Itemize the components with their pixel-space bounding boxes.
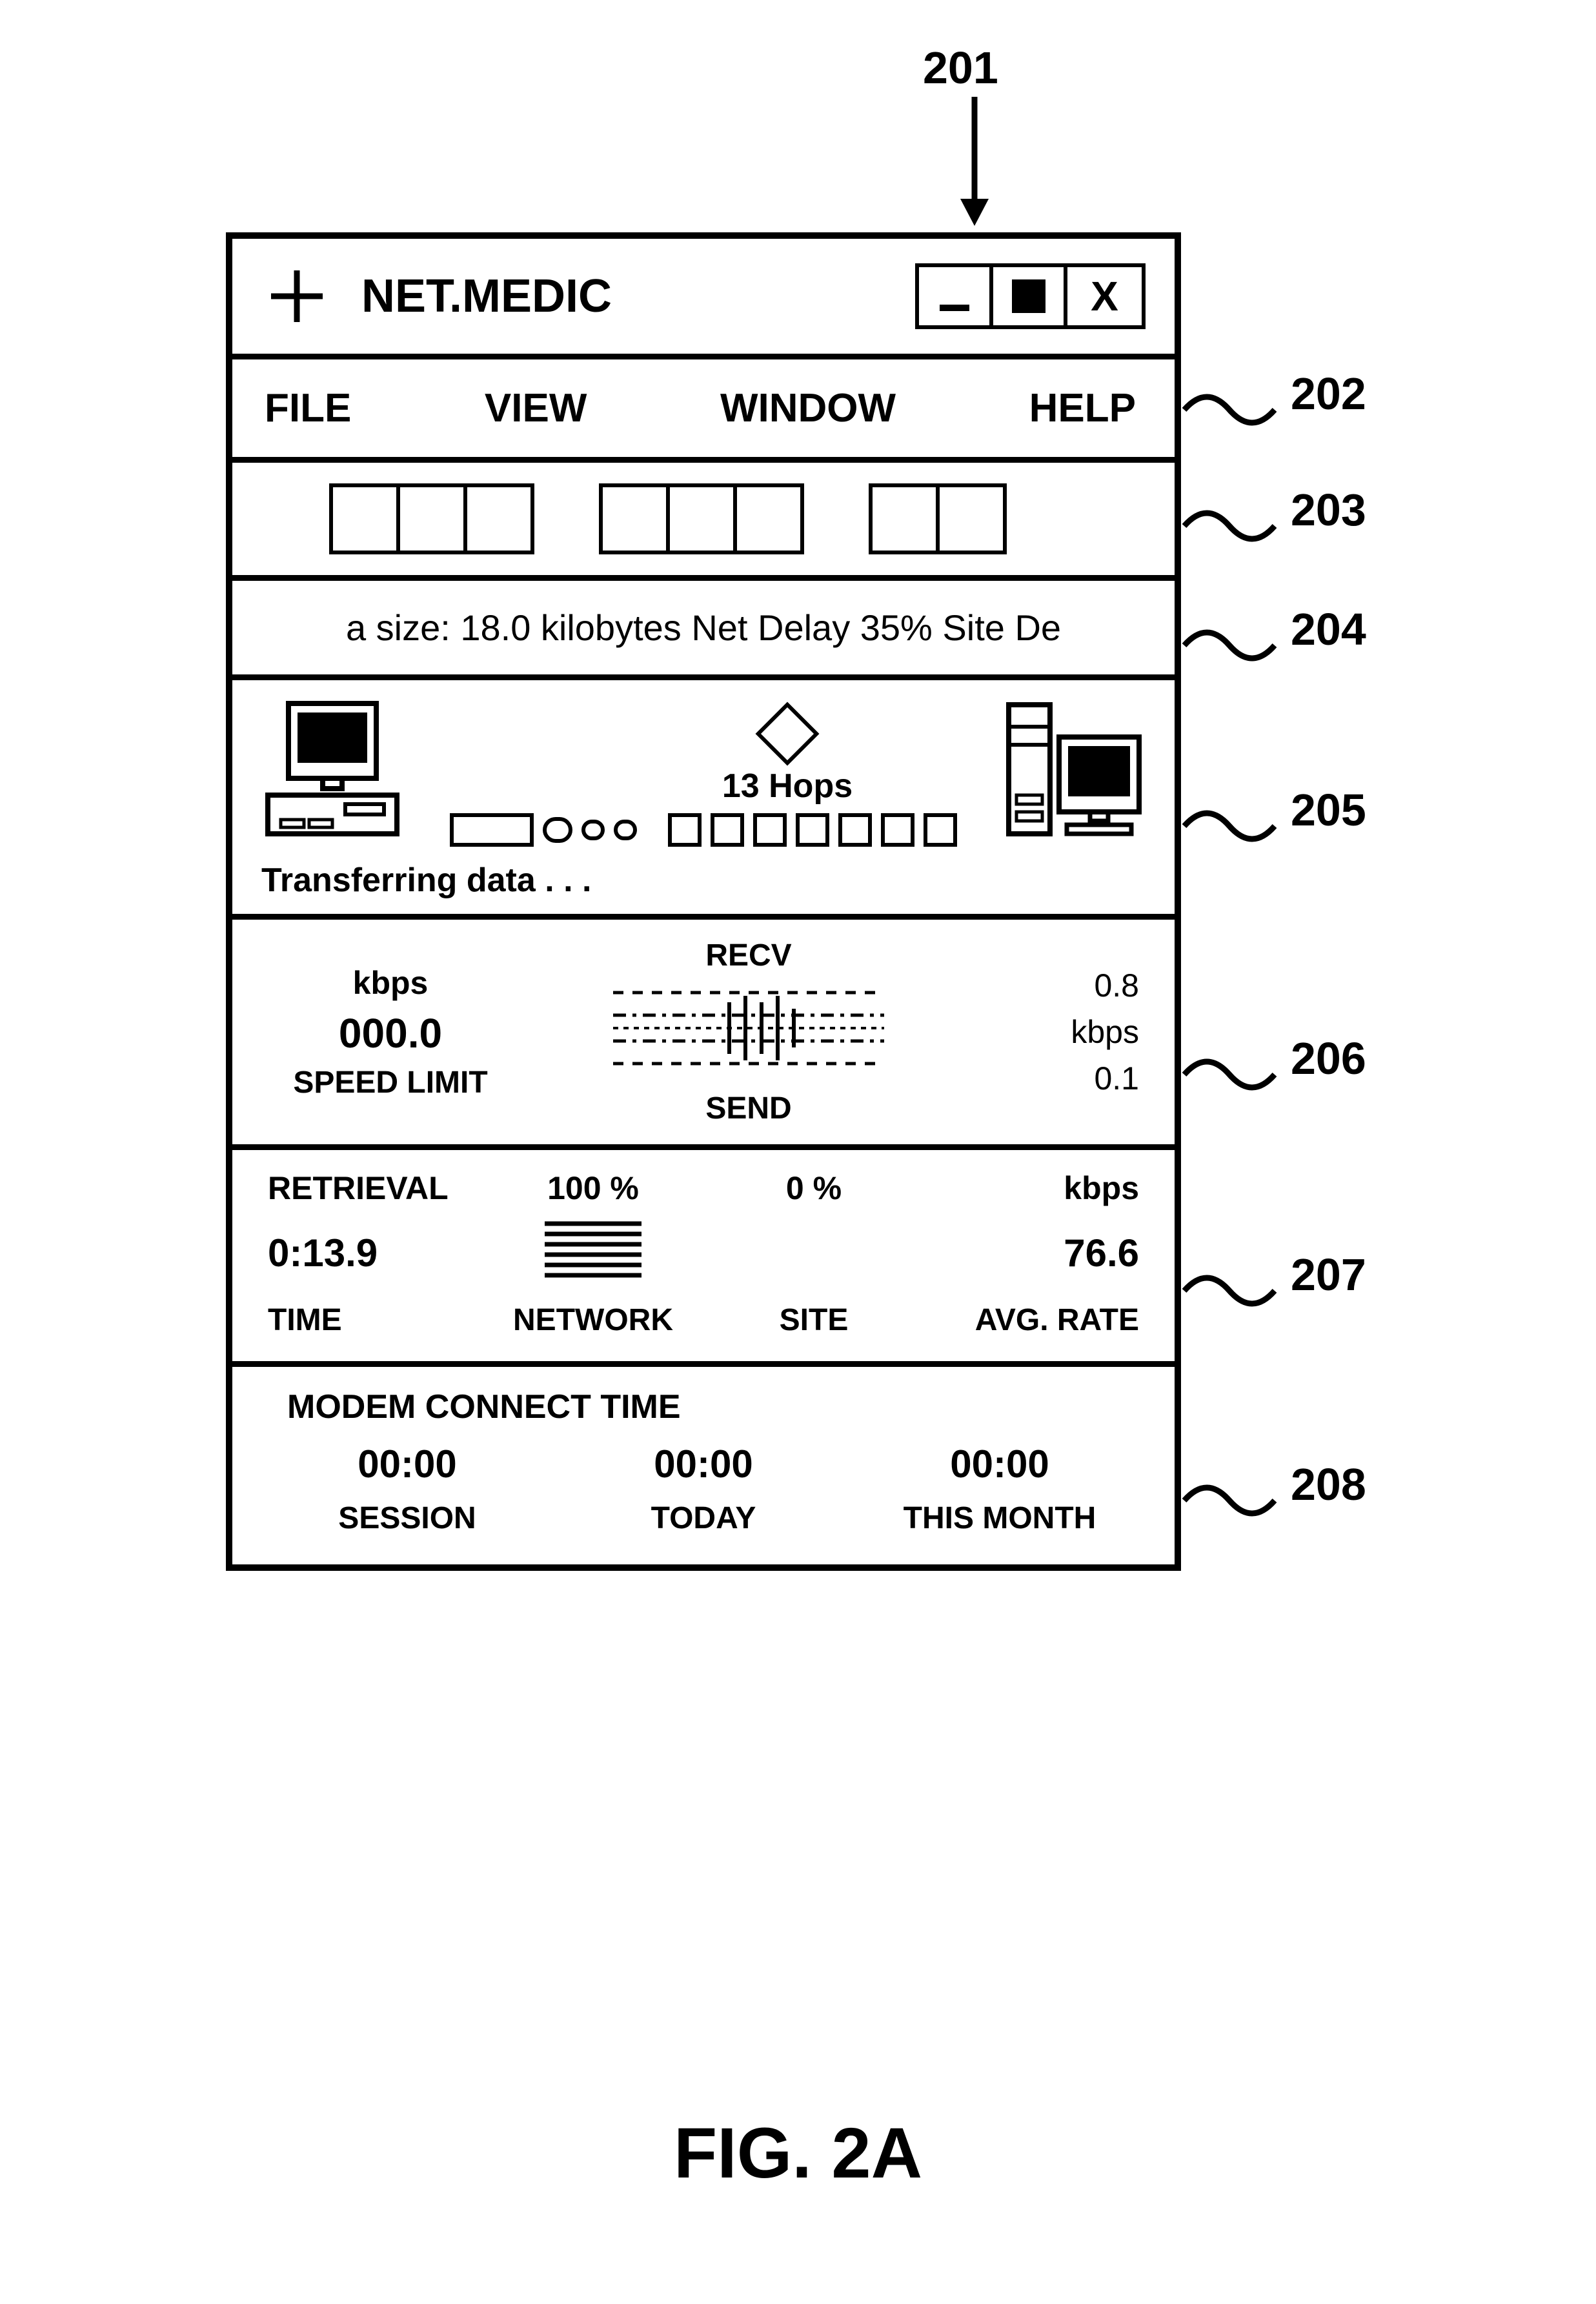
session-label: SESSION [268,1501,547,1536]
callout-curve-icon [1181,616,1278,674]
close-button[interactable]: X [1067,267,1142,325]
menu-file[interactable]: FILE [265,385,351,431]
speed-unit: kbps [268,964,513,1002]
status-bar: a size: 18.0 kilobytes Net Delay 35% Sit… [232,581,1175,680]
callout-204: 204 [1291,603,1366,655]
toolbar-button[interactable] [869,483,940,554]
hop-segment [796,813,829,847]
speed-chart-icon [607,980,891,1076]
toolbar [232,463,1175,581]
toolbar-button[interactable] [733,483,804,554]
toolbar-button[interactable] [329,483,400,554]
site-label: SITE [709,1302,918,1338]
session-value: 00:00 [268,1442,547,1486]
hop-segment [581,820,605,840]
toolbar-button[interactable] [463,483,534,554]
menu-view[interactable]: VIEW [485,385,587,431]
app-title: NET.MEDIC [361,270,612,323]
send-value: 0.1 [984,1060,1139,1097]
callout-curve-icon [1181,1471,1278,1530]
recv-value: 0.8 [984,967,1139,1004]
hops-label: 13 Hops [722,767,853,805]
figure-label: FIG. 2A [0,2112,1596,2194]
speed-pane: kbps 000.0 SPEED LIMIT RECV [232,920,1175,1150]
menu-help[interactable]: HELP [1029,385,1136,431]
time-label: TIME [268,1302,477,1338]
network-bar-icon [538,1216,648,1289]
callout-203: 203 [1291,484,1366,536]
speed-limit-label: SPEED LIMIT [268,1065,513,1100]
arrow-down-icon [955,97,994,232]
recv-label: RECV [513,938,984,973]
hop-segment [614,820,637,840]
speed-right-unit: kbps [984,1013,1139,1051]
hop-segment [881,813,914,847]
toolbar-group-2 [599,483,804,554]
hop-segment [711,813,744,847]
today-value: 00:00 [564,1442,843,1486]
plus-icon [268,267,326,325]
maximize-button[interactable] [993,267,1067,325]
toolbar-group-1 [329,483,534,554]
callout-201: 201 [923,42,998,94]
avg-rate-label: AVG. RATE [930,1302,1139,1338]
callout-202: 202 [1291,368,1366,419]
hop-segment [450,813,534,847]
network-label: NETWORK [489,1302,698,1338]
callout-curve-icon [1181,797,1278,855]
callout-206: 206 [1291,1033,1366,1084]
callout-curve-icon [1181,1262,1278,1320]
speed-value: 000.0 [268,1009,513,1057]
retrieval-pane: RETRIEVAL 100 % 0 % kbps 0:13.9 [232,1150,1175,1367]
rate-unit: kbps [930,1169,1139,1207]
window-controls: X [915,263,1146,329]
network-percent: 100 % [489,1169,698,1207]
data-pane: 13 Hops [232,680,1175,920]
server-computer-icon [1004,698,1146,847]
toolbar-button[interactable] [666,483,737,554]
titlebar: NET.MEDIC X [232,239,1175,359]
hop-segment [668,813,702,847]
site-percent: 0 % [709,1169,918,1207]
callout-205: 205 [1291,784,1366,836]
toolbar-button[interactable] [936,483,1007,554]
menubar: FILE VIEW WINDOW HELP [232,359,1175,463]
modem-title: MODEM CONNECT TIME [287,1388,1139,1426]
hop-segment [838,813,872,847]
transfer-status: Transferring data . . . [261,861,1146,900]
callout-curve-icon [1181,381,1278,439]
send-label: SEND [513,1091,984,1126]
today-label: TODAY [564,1501,843,1536]
diamond-icon [756,702,820,766]
callout-207: 207 [1291,1249,1366,1300]
minimize-button[interactable] [919,267,993,325]
callout-curve-icon [1181,1046,1278,1104]
hop-trail [416,813,991,847]
month-value: 00:00 [860,1442,1139,1486]
retrieval-title: RETRIEVAL [268,1169,477,1207]
retrieval-time-value: 0:13.9 [268,1231,477,1275]
callout-208: 208 [1291,1459,1366,1510]
hop-segment [753,813,787,847]
callout-curve-icon [1181,497,1278,555]
toolbar-group-3 [869,483,1007,554]
hop-segment [924,813,957,847]
client-computer-icon [261,698,403,847]
toolbar-button[interactable] [599,483,670,554]
month-label: THIS MONTH [860,1501,1139,1536]
toolbar-button[interactable] [396,483,467,554]
menu-window[interactable]: WINDOW [720,385,896,431]
app-window: NET.MEDIC X FILE VIEW WINDOW HELP [226,232,1181,1571]
avg-rate-value: 76.6 [930,1231,1139,1275]
hop-segment [543,817,572,843]
modem-pane: MODEM CONNECT TIME 00:00 SESSION 00:00 T… [232,1367,1175,1564]
